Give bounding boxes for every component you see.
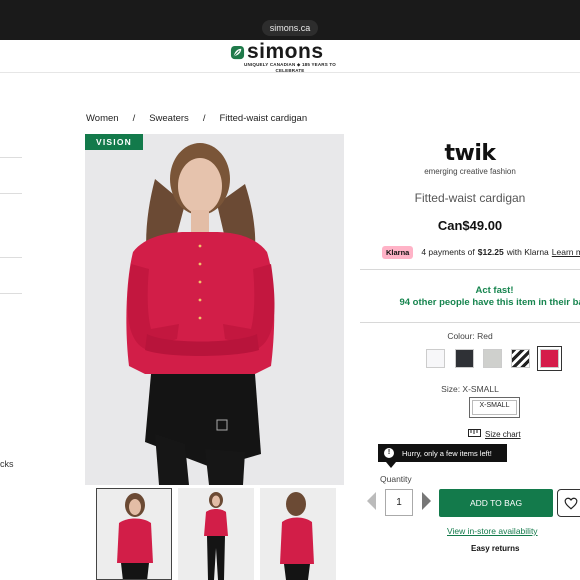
model-illustration [85, 134, 344, 485]
divider [360, 322, 580, 323]
easy-returns[interactable]: Easy returns [471, 544, 519, 553]
tooltip-arrow [386, 462, 396, 468]
swatch-stripe[interactable] [511, 349, 530, 368]
thumbnail-1[interactable] [96, 488, 172, 580]
urgency-headline: Act fast! [475, 285, 514, 296]
size-chart-link[interactable]: Size chart [468, 428, 521, 440]
klarna-amount: $12.25 [477, 247, 504, 257]
quantity-decrease-icon[interactable] [367, 492, 376, 510]
divider [360, 269, 580, 270]
stock-tooltip-text: Hurry, only a few items left! [402, 448, 492, 458]
swatch-red-selected[interactable] [537, 346, 562, 371]
product-price: Can$49.00 [437, 218, 503, 233]
thumbnail-front-image [97, 489, 171, 579]
breadcrumb-separator: / [132, 113, 136, 124]
heart-icon [564, 497, 578, 510]
tagline: UNIQUELY CANADIAN ◆ 185 YEARS TO CELEBRA… [244, 62, 336, 73]
brand-name[interactable]: twik [360, 141, 580, 166]
breadcrumb-separator: / [202, 113, 206, 124]
swatch-grey[interactable] [483, 349, 502, 368]
klarna-installments: Klarna 4 payments of $12.25 with Klarna … [382, 245, 580, 259]
colour-label: Colour: Red [447, 331, 493, 341]
product-main-image[interactable] [85, 134, 344, 485]
brand-tagline: emerging creative fashion [424, 167, 516, 176]
add-to-bag-button[interactable]: ADD TO BAG [439, 489, 553, 517]
quantity-label: Quantity [380, 474, 412, 484]
instore-availability-link[interactable]: View in-store availability [447, 526, 538, 536]
quantity-input[interactable]: 1 [385, 489, 413, 516]
thumbnail-full-image [178, 488, 254, 580]
logo-wordmark: simons [247, 40, 324, 63]
urgency-message: 94 other people have this item in their … [399, 297, 580, 308]
sidebar-divider [0, 257, 22, 258]
simons-logo[interactable]: simons [230, 40, 350, 63]
address-bar[interactable]: simons.ca [262, 20, 318, 36]
thumbnail-2[interactable] [178, 488, 254, 580]
breadcrumb-sweaters[interactable]: Sweaters [149, 113, 189, 124]
thumbnail-3[interactable] [260, 488, 336, 580]
swatch-black[interactable] [455, 349, 474, 368]
quantity-increase-icon[interactable] [422, 492, 431, 510]
breadcrumb-current: Fitted-waist cardigan [219, 113, 308, 124]
wishlist-button[interactable] [557, 489, 580, 517]
stock-tooltip: ! Hurry, only a few items left! [378, 444, 507, 462]
sidebar-divider [0, 293, 22, 294]
klarna-text-after: with Klarna [506, 247, 549, 257]
alert-icon: ! [384, 448, 394, 458]
leaf-logo-icon [230, 45, 245, 59]
size-label: Size: X-SMALL [441, 384, 499, 394]
sidebar-divider [0, 193, 22, 194]
vision-badge: VISION [85, 134, 143, 150]
ruler-icon [468, 429, 481, 439]
swatch-white[interactable] [426, 349, 445, 368]
klarna-learn-more-link[interactable]: Learn more [552, 247, 580, 257]
size-chart-label[interactable]: Size chart [485, 430, 521, 439]
product-title: Fitted-waist cardigan [414, 191, 526, 205]
klarna-text-before: 4 payments of [421, 247, 475, 257]
browser-toolbar: simons.ca [0, 0, 580, 40]
thumbnail-back-image [260, 488, 336, 580]
breadcrumb: Women / Sweaters / Fitted-waist cardigan [86, 113, 307, 124]
sidebar-divider [0, 157, 22, 158]
klarna-logo: Klarna [382, 245, 414, 259]
site-header: simons UNIQUELY CANADIAN ◆ 185 YEARS TO … [0, 40, 580, 73]
sidebar-item-partial[interactable]: cks [0, 459, 14, 469]
breadcrumb-women[interactable]: Women [86, 113, 119, 124]
size-option-xsmall[interactable]: X-SMALL [469, 397, 520, 418]
